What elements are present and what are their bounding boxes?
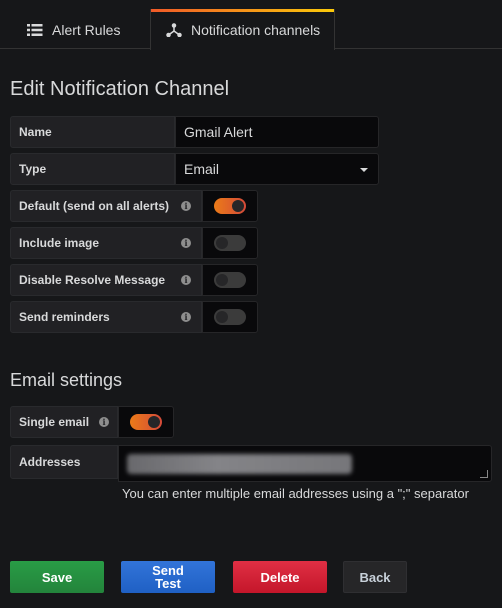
- resize-handle-icon[interactable]: [480, 470, 488, 478]
- addresses-hint: You can enter multiple email addresses u…: [122, 486, 469, 501]
- default-switch[interactable]: [202, 190, 258, 222]
- toggle-label: Send reminders: [19, 310, 110, 324]
- toggle-label: Default (send on all alerts): [19, 199, 170, 213]
- switch-knob: [216, 274, 228, 286]
- email-settings-title: Email settings: [10, 370, 123, 390]
- info-icon[interactable]: i: [181, 201, 191, 211]
- tab-label: Alert Rules: [52, 21, 121, 38]
- share-network-icon: [165, 22, 183, 38]
- switch-knob: [216, 311, 228, 323]
- addresses-label: Addresses: [10, 445, 118, 479]
- toggle-row-disable-resolve: Disable Resolve Message i: [10, 264, 258, 296]
- caret-down-icon: [360, 168, 368, 172]
- save-button[interactable]: Save: [10, 561, 104, 593]
- disable-resolve-switch[interactable]: [202, 264, 258, 296]
- single-email-switch[interactable]: [118, 406, 174, 438]
- blurred-email-value: [127, 453, 352, 474]
- switch-knob: [148, 416, 160, 428]
- toggle-label: Single email: [19, 415, 90, 429]
- info-icon[interactable]: i: [181, 238, 191, 248]
- list-icon: [26, 22, 44, 38]
- type-row: Type Email: [10, 153, 379, 185]
- back-button[interactable]: Back: [343, 561, 407, 593]
- switch-track: [214, 309, 246, 325]
- single-email-row: Single email i: [10, 406, 174, 438]
- switch-knob: [232, 200, 244, 212]
- tab-alert-rules[interactable]: Alert Rules: [26, 9, 120, 50]
- switch-track: [130, 414, 162, 430]
- toggle-row-include-image: Include image i: [10, 227, 258, 259]
- addresses-textarea[interactable]: [118, 445, 492, 482]
- tab-label: Notification channels: [191, 21, 321, 38]
- delete-button[interactable]: Delete: [233, 561, 327, 593]
- toggle-row-default: Default (send on all alerts) i: [10, 190, 258, 222]
- name-input[interactable]: Gmail Alert: [175, 116, 379, 148]
- info-icon[interactable]: i: [181, 275, 191, 285]
- type-label: Type: [10, 153, 175, 185]
- info-icon[interactable]: i: [99, 417, 109, 427]
- addresses-row: Addresses: [10, 445, 492, 482]
- page-title: Edit Notification Channel: [10, 78, 230, 100]
- type-select-value: Email: [184, 161, 220, 177]
- toggle-label: Disable Resolve Message: [19, 273, 166, 287]
- send-reminders-switch[interactable]: [202, 301, 258, 333]
- type-select[interactable]: Email: [175, 153, 379, 185]
- toggle-row-send-reminders: Send reminders i: [10, 301, 258, 333]
- info-icon[interactable]: i: [181, 312, 191, 322]
- toggle-label: Include image: [19, 236, 100, 250]
- switch-track: [214, 198, 246, 214]
- switch-track: [214, 235, 246, 251]
- tab-bar: Alert Rules Notification channels: [0, 0, 502, 50]
- include-image-switch[interactable]: [202, 227, 258, 259]
- tab-notification-channels[interactable]: Notification channels: [150, 9, 335, 50]
- name-label: Name: [10, 116, 175, 148]
- send-test-button[interactable]: Send Test: [121, 561, 215, 593]
- name-row: Name Gmail Alert: [10, 116, 379, 148]
- switch-knob: [216, 237, 228, 249]
- switch-track: [214, 272, 246, 288]
